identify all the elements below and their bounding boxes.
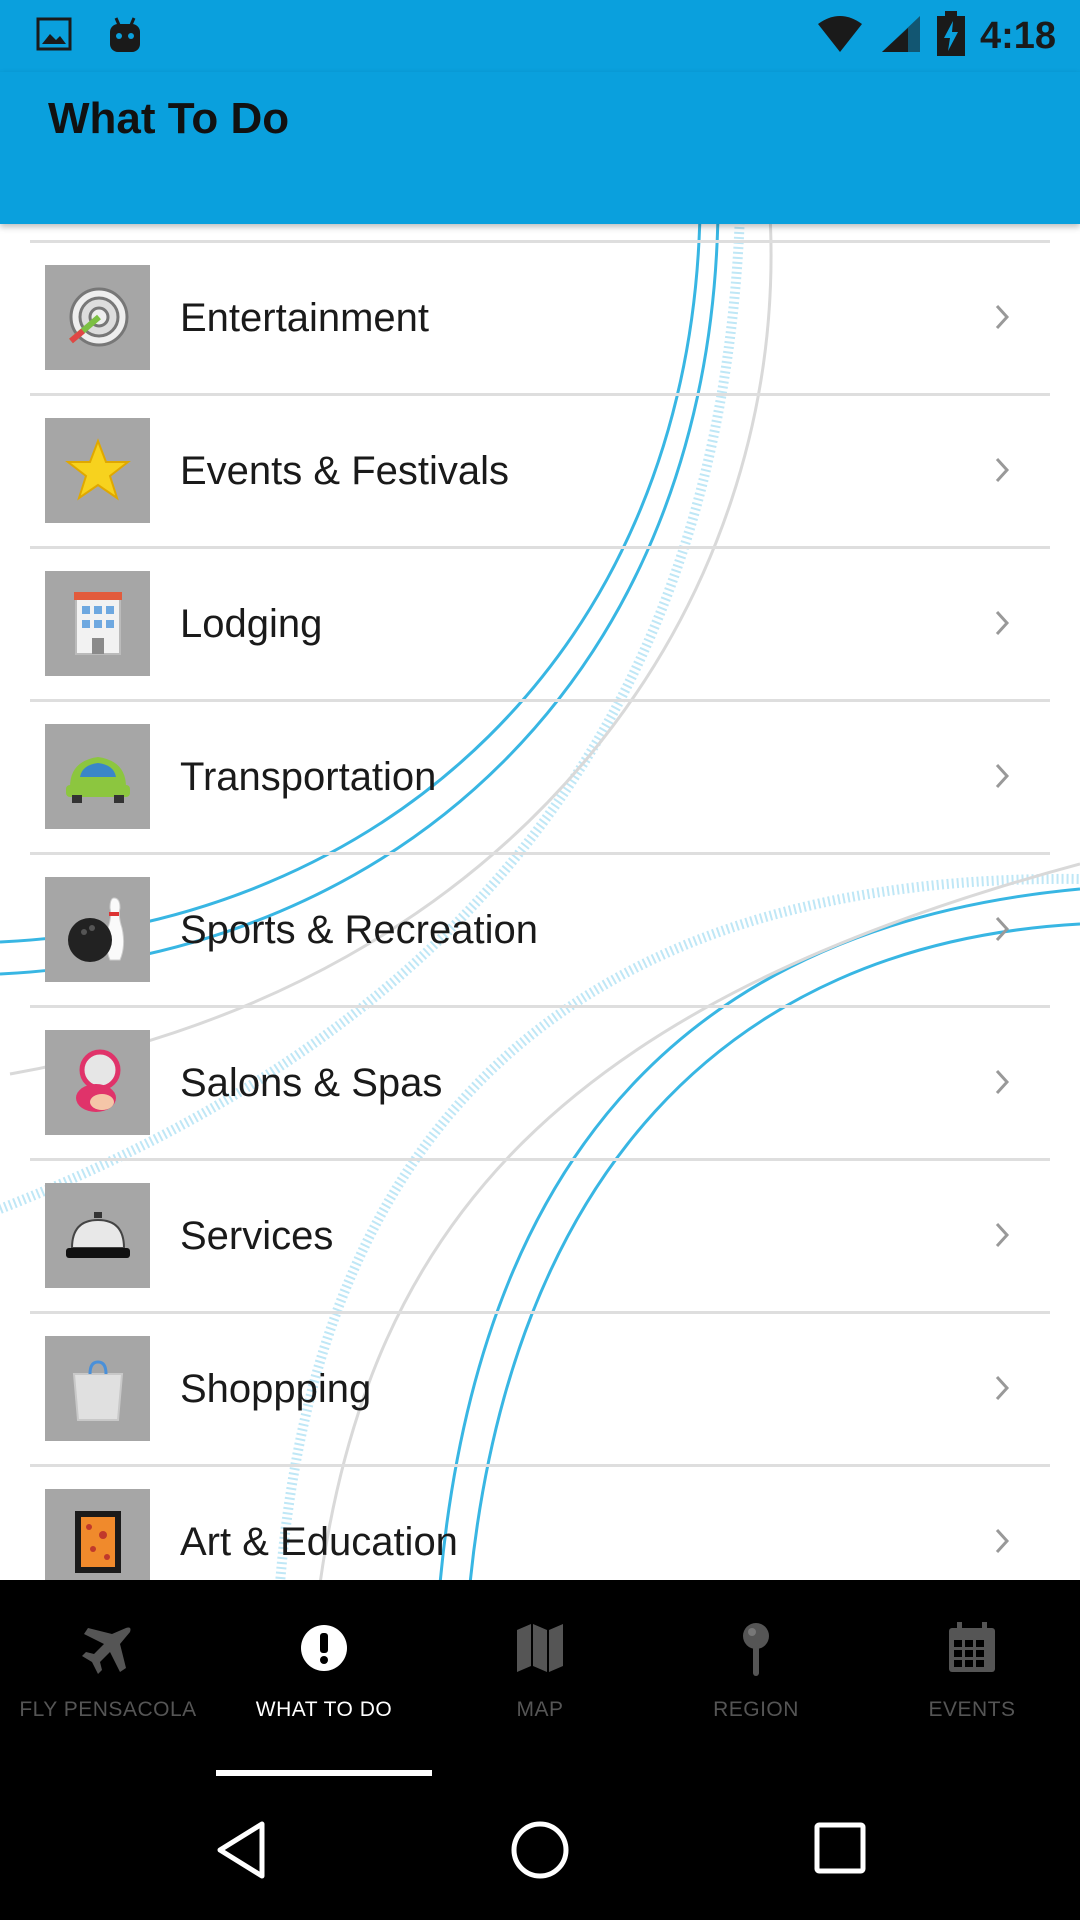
bottom-navigation: FLY PENSACOLA WHAT TO DO MAP REGION EVEN… (0, 1580, 1080, 1776)
tab-events[interactable]: EVENTS (864, 1580, 1080, 1776)
signal-icon (878, 14, 922, 59)
tab-label: REGION (713, 1698, 799, 1721)
image-icon (36, 16, 72, 57)
home-icon[interactable] (510, 1820, 570, 1885)
chevron-right-icon (994, 762, 1010, 795)
back-icon[interactable] (214, 1820, 270, 1885)
category-list-container[interactable]: Entertainment Events & Festivals Lodging… (0, 224, 1080, 1580)
list-item-events-festivals[interactable]: Events & Festivals (30, 393, 1050, 546)
system-navigation-bar (0, 1776, 1080, 1920)
compact-mirror-icon (45, 1030, 150, 1135)
chevron-right-icon (994, 1527, 1010, 1560)
list-item-shopping[interactable]: Shoppping (30, 1311, 1050, 1464)
list-item-label: Lodging (180, 602, 323, 646)
tab-region[interactable]: REGION (648, 1580, 864, 1776)
star-icon (45, 418, 150, 523)
list-item-sports-recreation[interactable]: Sports & Recreation (30, 852, 1050, 1005)
chevron-right-icon (994, 915, 1010, 948)
map-icon (432, 1622, 648, 1682)
shopping-bag-icon (45, 1336, 150, 1441)
page-title: What To Do (48, 94, 290, 143)
tab-fly-pensacola[interactable]: FLY PENSACOLA (0, 1580, 216, 1776)
list-item-label: Transportation (180, 755, 437, 799)
chevron-right-icon (994, 303, 1010, 336)
list-item-art-education[interactable]: Art & Education (30, 1464, 1050, 1580)
chevron-right-icon (994, 456, 1010, 489)
chevron-right-icon (994, 1374, 1010, 1407)
chevron-right-icon (994, 1221, 1010, 1254)
car-icon (45, 724, 150, 829)
status-bar: 4:18 (0, 0, 1080, 72)
chevron-right-icon (994, 609, 1010, 642)
list-item-lodging[interactable]: Lodging (30, 546, 1050, 699)
list-item-label: Art & Education (180, 1520, 458, 1564)
battery-charging-icon (936, 10, 966, 62)
bowling-icon (45, 877, 150, 982)
status-time: 4:18 (979, 14, 1056, 57)
dart-target-icon (45, 265, 150, 370)
list-item-entertainment[interactable]: Entertainment (30, 240, 1050, 393)
tab-map[interactable]: MAP (432, 1580, 648, 1776)
tab-what-to-do[interactable]: WHAT TO DO (216, 1580, 432, 1776)
android-icon (106, 16, 144, 61)
framed-art-icon (45, 1489, 150, 1580)
tab-label: WHAT TO DO (255, 1698, 393, 1721)
list-item-transportation[interactable]: Transportation (30, 699, 1050, 852)
exclamation-icon (216, 1622, 432, 1682)
airplane-icon (0, 1622, 216, 1682)
list-item-salons-spas[interactable]: Salons & Spas (30, 1005, 1050, 1158)
list-item-label: Shoppping (180, 1367, 372, 1411)
list-item-label: Entertainment (180, 296, 430, 340)
service-bell-icon (45, 1183, 150, 1288)
calendar-icon (864, 1622, 1080, 1682)
app-bar: What To Do (0, 72, 1080, 224)
list-item-label: Sports & Recreation (180, 908, 538, 952)
tab-label: MAP (516, 1698, 564, 1721)
chevron-right-icon (994, 1068, 1010, 1101)
list-item-label: Salons & Spas (180, 1061, 443, 1105)
wifi-icon (816, 14, 864, 59)
hotel-icon (45, 571, 150, 676)
list-item-services[interactable]: Services (30, 1158, 1050, 1311)
tab-label: FLY PENSACOLA (19, 1698, 197, 1721)
category-list: Entertainment Events & Festivals Lodging… (0, 240, 1080, 1580)
recents-icon[interactable] (814, 1820, 866, 1881)
list-item-label: Services (180, 1214, 334, 1258)
list-item-label: Events & Festivals (180, 449, 510, 493)
tab-label: EVENTS (928, 1698, 1016, 1721)
pin-icon (648, 1622, 864, 1682)
